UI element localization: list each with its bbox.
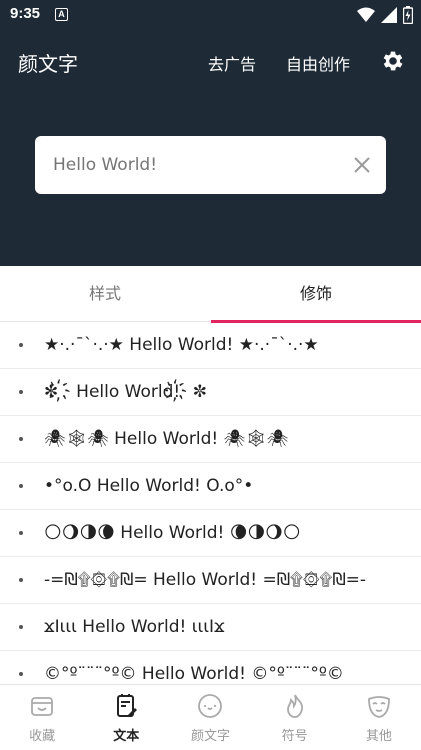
list-item-text: •°o.O Hello World! O.o°• bbox=[44, 476, 254, 496]
status-bar: 9:35 A bbox=[0, 0, 421, 30]
bullet bbox=[19, 484, 23, 488]
signal-icon bbox=[381, 7, 397, 23]
decoration-list: ★·.·¯`·.·★ Hello World! ★·.·¯`·.·★ ✼ ҉ H… bbox=[0, 322, 421, 684]
wifi-icon bbox=[357, 7, 375, 22]
app-header: 颜文字 去广告 自由创作 bbox=[0, 30, 421, 266]
app-title: 颜文字 bbox=[18, 52, 78, 76]
list-item[interactable]: -=₪۩۞۩₪= Hello World! =₪۩۞۩₪=- bbox=[0, 557, 421, 604]
search-input[interactable] bbox=[53, 136, 343, 194]
list-item-text: ©°º¨¨¨°º© Hello World! ©°º¨¨¨°º© bbox=[44, 664, 344, 684]
list-item-text: ϫΙιιι Hello World! ιιιΙϫ bbox=[44, 617, 225, 637]
system-icons bbox=[357, 6, 413, 24]
list-item-text: ★·.·¯`·.·★ Hello World! ★·.·¯`·.·★ bbox=[44, 335, 319, 355]
notification-icon: A bbox=[55, 8, 68, 21]
face-icon bbox=[198, 694, 223, 718]
list-item-text: 🌕🌖🌗🌘 Hello World! 🌘🌗🌖🌕 bbox=[44, 523, 301, 543]
document-edit-icon bbox=[117, 694, 138, 717]
bullet bbox=[19, 437, 23, 441]
bullet bbox=[19, 672, 23, 676]
list-item-text: ✼ ҉ Hello World!҉ ✼ bbox=[44, 382, 207, 402]
nav-favorites[interactable]: 收藏 bbox=[0, 685, 84, 750]
list-item[interactable]: 🕷🕸🕷 Hello World! 🕷🕸🕷 bbox=[0, 416, 421, 463]
free-create-button[interactable]: 自由创作 bbox=[286, 51, 350, 75]
wallet-icon bbox=[31, 697, 53, 716]
status-time: 9:35 bbox=[10, 5, 41, 22]
battery-icon bbox=[403, 6, 413, 24]
list-item[interactable]: ★·.·¯`·.·★ Hello World! ★·.·¯`·.·★ bbox=[0, 322, 421, 369]
bottom-navigation: 收藏 文本 颜文字 符号 其他 bbox=[0, 684, 421, 750]
bullet bbox=[19, 625, 23, 629]
list-item[interactable]: 🌕🌖🌗🌘 Hello World! 🌘🌗🌖🌕 bbox=[0, 510, 421, 557]
bullet bbox=[19, 343, 23, 347]
search-box bbox=[35, 136, 386, 194]
nav-kaomoji[interactable]: 颜文字 bbox=[168, 685, 252, 750]
list-item[interactable]: •°o.O Hello World! O.o°• bbox=[0, 463, 421, 510]
nav-label: 文本 bbox=[113, 729, 140, 744]
close-icon[interactable] bbox=[352, 155, 372, 175]
tab-styles[interactable]: 样式 bbox=[0, 266, 210, 322]
tab-bar: 样式 修饰 bbox=[0, 266, 421, 323]
tab-decorations[interactable]: 修饰 bbox=[211, 266, 421, 323]
nav-text[interactable]: 文本 bbox=[84, 685, 168, 750]
bullet bbox=[19, 578, 23, 582]
nav-label: 其他 bbox=[365, 729, 392, 744]
list-item-text: -=₪۩۞۩₪= Hello World! =₪۩۞۩₪=- bbox=[44, 570, 367, 590]
list-item-text: 🕷🕸🕷 Hello World! 🕷🕸🕷 bbox=[44, 429, 289, 449]
nav-other[interactable]: 其他 bbox=[337, 685, 421, 750]
list-item[interactable]: ✼ ҉ Hello World!҉ ✼ bbox=[0, 369, 421, 416]
list-item[interactable]: ©°º¨¨¨°º© Hello World! ©°º¨¨¨°º© bbox=[0, 651, 421, 684]
list-item[interactable]: ϫΙιιι Hello World! ιιιΙϫ bbox=[0, 604, 421, 651]
nav-label: 符号 bbox=[281, 729, 308, 744]
nav-label: 收藏 bbox=[29, 729, 56, 744]
mask-icon bbox=[367, 696, 390, 718]
tab-decorations-label: 修饰 bbox=[299, 284, 332, 303]
fire-icon bbox=[286, 694, 303, 718]
bullet bbox=[19, 390, 23, 394]
bullet bbox=[19, 531, 23, 535]
gear-icon[interactable] bbox=[380, 48, 406, 74]
nav-label: 颜文字 bbox=[190, 729, 230, 744]
remove-ads-button[interactable]: 去广告 bbox=[208, 51, 256, 75]
nav-symbols[interactable]: 符号 bbox=[253, 685, 337, 750]
